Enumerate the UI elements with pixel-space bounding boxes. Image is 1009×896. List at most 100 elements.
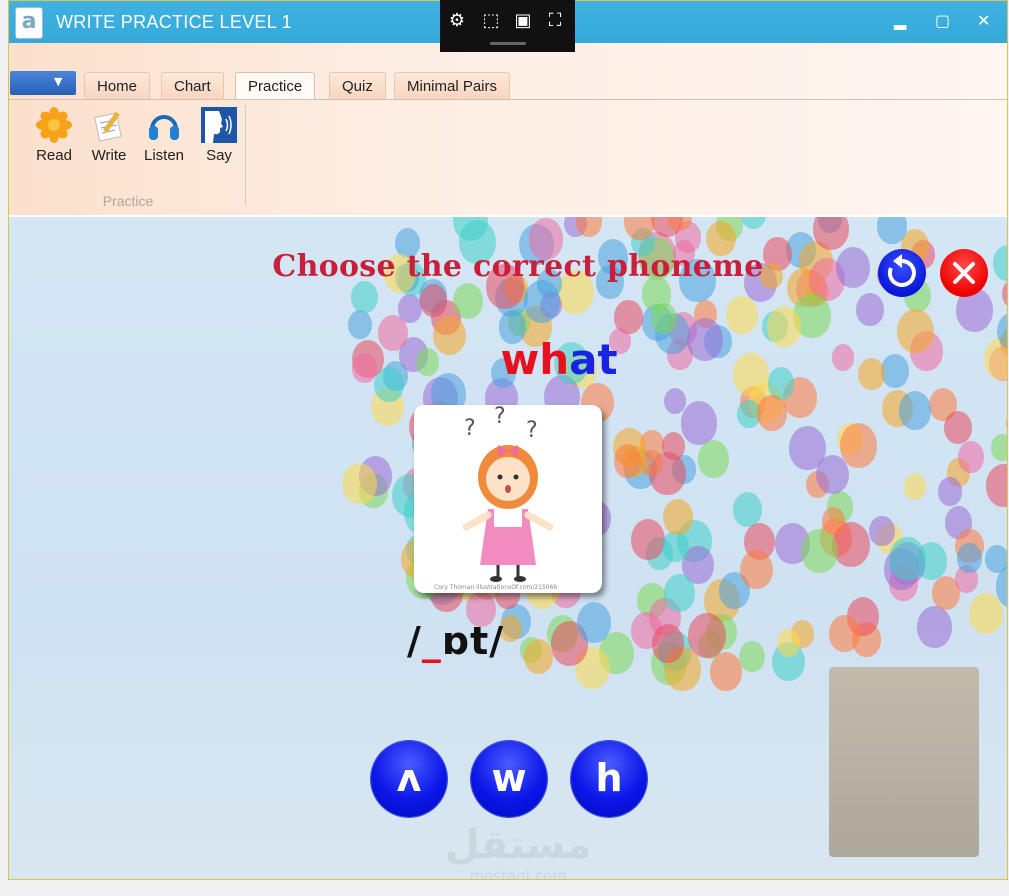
balloon: [613, 444, 642, 478]
balloon: [815, 454, 849, 495]
tab-minimal-pairs[interactable]: Minimal Pairs: [394, 72, 511, 99]
speaking-head-icon: [201, 107, 237, 143]
balloon: [869, 515, 895, 547]
capture-settings-icon[interactable]: ⚙: [446, 10, 468, 32]
balloon: [732, 492, 762, 527]
restart-button[interactable]: [878, 249, 926, 297]
balloon: [740, 217, 767, 230]
tab-practice[interactable]: Practice: [235, 72, 316, 99]
watermark: مستقل mostaql.com: [445, 823, 591, 879]
exercise-heading: Choose the correct phoneme: [272, 249, 764, 284]
balloon: [898, 391, 931, 430]
svg-text:?: ?: [464, 416, 476, 441]
balloon: [419, 284, 447, 317]
word-picture: ? ? ? Cory Thoman illustrationsOf.com/21…: [414, 404, 602, 593]
word-highlight: wh: [500, 335, 570, 384]
balloon: [856, 293, 884, 327]
balloon: [889, 537, 926, 582]
pencil-icon: [91, 107, 127, 143]
listen-label: Listen: [143, 147, 185, 164]
balloon: [757, 395, 787, 431]
region-capture-icon[interactable]: ⛶: [544, 10, 566, 32]
write-button[interactable]: Write: [84, 105, 134, 169]
balloon: [839, 423, 877, 468]
balloon: [342, 462, 377, 504]
balloon: [726, 296, 758, 334]
balloon: [957, 543, 982, 573]
maximize-button[interactable]: ▢: [935, 11, 950, 30]
read-label: Read: [36, 147, 72, 164]
close-exercise-button[interactable]: [940, 249, 988, 297]
app-icon: a: [15, 7, 43, 39]
listen-button[interactable]: Listen: [139, 105, 189, 169]
balloon: [575, 217, 602, 237]
balloon: [577, 601, 611, 643]
balloon: [663, 574, 696, 612]
group-separator: [245, 105, 246, 205]
refresh-icon: [887, 254, 916, 287]
balloon: [943, 410, 972, 445]
balloon: [1006, 409, 1007, 437]
answer-button-1[interactable]: ʌ: [371, 741, 447, 817]
pointer-capture-icon[interactable]: ⬚: [480, 10, 502, 32]
balloon: [776, 629, 800, 658]
balloon: [651, 302, 677, 334]
balloon: [651, 623, 685, 664]
minimize-button[interactable]: ▂: [894, 11, 906, 30]
balloon: [829, 614, 861, 652]
tab-divider: [9, 99, 1007, 100]
tab-chart[interactable]: Chart: [161, 72, 224, 99]
balloon: [697, 439, 730, 478]
balloon: [523, 638, 553, 674]
balloon: [986, 464, 1007, 508]
read-button[interactable]: Read: [29, 105, 79, 169]
practice-group-label: Practice: [102, 193, 154, 209]
phoneme-rest: ɒt/: [441, 619, 505, 663]
svg-text:?: ?: [494, 405, 506, 429]
balloon: [662, 530, 689, 563]
balloon: [801, 529, 838, 574]
dropdown-arrow-icon: ▼: [54, 75, 63, 88]
window-capture-icon[interactable]: ▣: [512, 10, 534, 32]
balloon: [938, 476, 963, 506]
balloon: [688, 613, 726, 659]
close-icon: [953, 262, 975, 284]
balloon: [524, 279, 560, 323]
say-label: Say: [206, 147, 232, 164]
tab-home[interactable]: Home: [84, 72, 151, 99]
balloon: [351, 281, 379, 314]
close-window-button[interactable]: ✕: [977, 11, 990, 30]
balloon: [663, 498, 694, 536]
balloon: [453, 282, 484, 319]
balloon: [985, 544, 1007, 574]
confused-girl-illustration: ? ? ? Cory Thoman illustrationsOf.com/21…: [434, 404, 557, 591]
balloon: [739, 549, 774, 590]
svg-text:?: ?: [526, 418, 538, 443]
word-rest: at: [569, 335, 618, 384]
balloon: [877, 217, 907, 244]
capture-toolbar: ⚙ ⬚ ▣ ⛶: [440, 0, 575, 52]
balloon: [661, 432, 686, 461]
watermark-arabic: مستقل: [445, 822, 592, 868]
balloon: [739, 640, 766, 673]
watermark-latin: mostaql.com: [469, 867, 567, 879]
window-title: WRITE PRACTICE LEVEL 1: [56, 12, 292, 32]
phoneme-blank: _: [421, 619, 442, 663]
target-word: what: [9, 335, 1007, 384]
drag-handle[interactable]: [490, 42, 526, 45]
tab-quiz[interactable]: Quiz: [329, 72, 386, 99]
balloon: [957, 441, 984, 473]
answer-button-2[interactable]: w: [471, 741, 547, 817]
balloon: [680, 401, 717, 445]
exercise-area: Choose the correct phoneme what ? ? ? Co…: [9, 215, 1007, 879]
ribbon: ▼ Home Chart Practice Quiz Minimal Pairs: [9, 43, 1007, 215]
balloon: [991, 433, 1007, 461]
say-button[interactable]: Say: [194, 105, 244, 169]
practice-group: Read Write Listen Say Practice: [17, 105, 245, 209]
house-illustration: [829, 667, 979, 857]
phoneme-display: /_ɒt/: [407, 619, 504, 663]
phoneme-open: /: [407, 619, 422, 663]
app-window: a WRITE PRACTICE LEVEL 1 ▂ ▢ ✕ ▼ Home Ch…: [8, 0, 1008, 880]
application-menu-button[interactable]: ▼: [10, 71, 76, 95]
answer-button-3[interactable]: h: [571, 741, 647, 817]
